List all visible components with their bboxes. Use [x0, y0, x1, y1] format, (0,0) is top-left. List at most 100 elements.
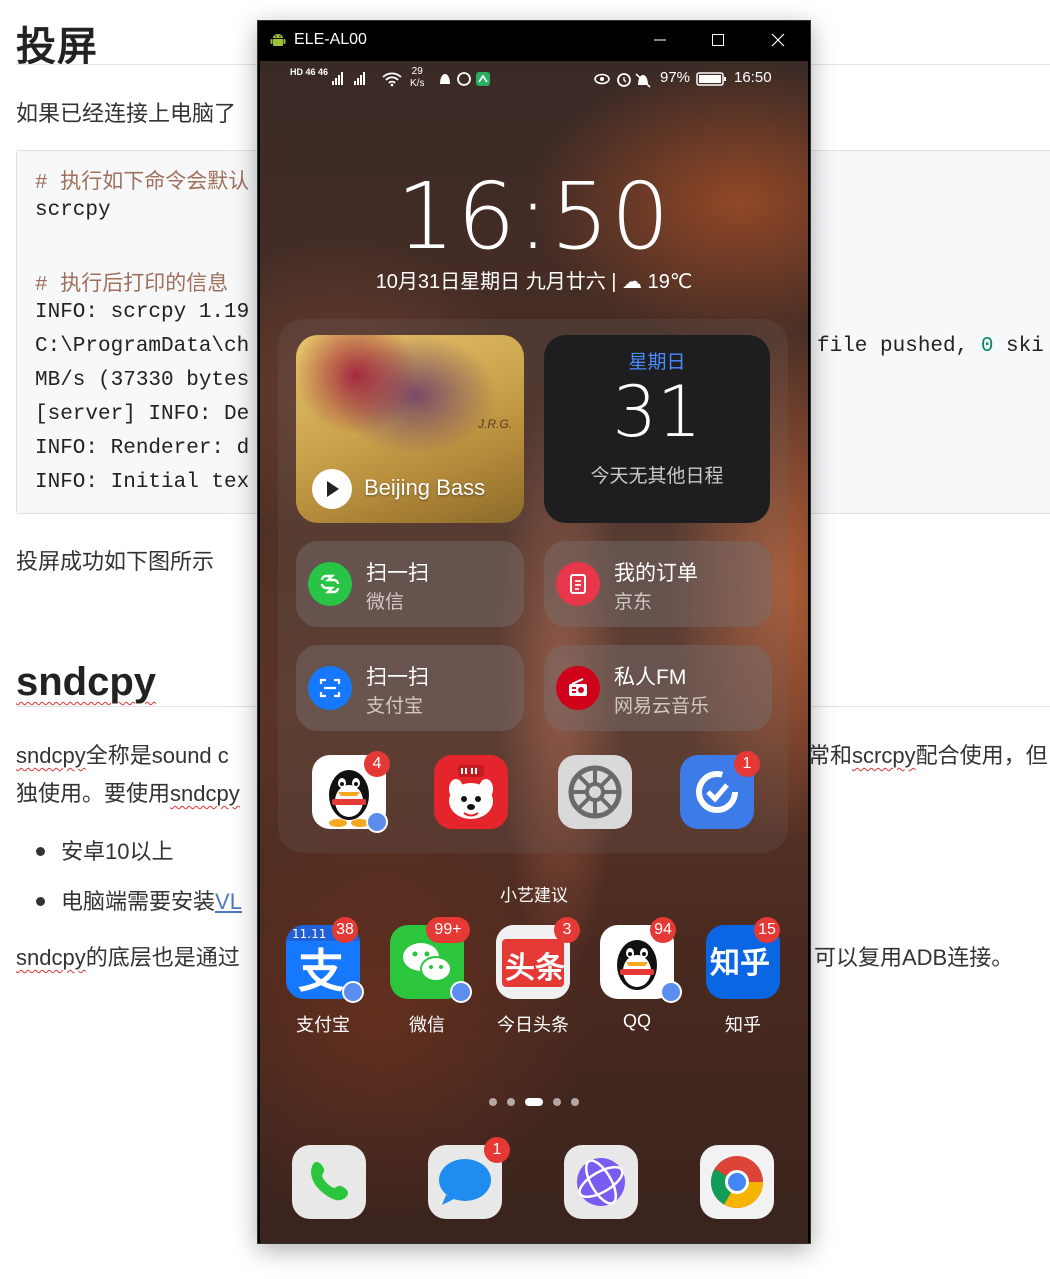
scrcpy-window[interactable]: ELE-AL00 HD 46 46 29 K/s 97% 16:50 16:50…	[258, 21, 810, 1243]
spell-text: sndcpy	[170, 781, 240, 806]
gear-icon	[568, 765, 622, 819]
doc-heading-2: sndcpy	[16, 660, 157, 704]
chrome-app-icon[interactable]	[700, 1145, 774, 1219]
shortcut-app: 微信	[366, 592, 405, 613]
alipay-scan-icon	[308, 666, 352, 710]
lock-clock: 16:50	[396, 163, 672, 270]
shortcut-netease-fm[interactable]: 私人FM 网易云音乐	[544, 645, 772, 731]
play-button[interactable]	[312, 469, 352, 509]
page-dot	[571, 1098, 579, 1106]
doc-paragraph: 如果已经连接上电脑了	[16, 101, 237, 126]
calendar-day: 31	[612, 371, 702, 453]
page-dot-active	[525, 1098, 543, 1106]
vlc-link[interactable]: VL	[215, 889, 242, 914]
shortcut-alipay-scan[interactable]: 扫一扫 支付宝	[296, 645, 524, 731]
window-titlebar[interactable]: ELE-AL00	[258, 21, 810, 61]
shortcut-app: 京东	[614, 592, 653, 613]
phone-screen[interactable]: HD 46 46 29 K/s 97% 16:50 16:50 10月31日星期日…	[260, 61, 808, 1243]
notification-badge: 1	[484, 1137, 510, 1163]
page-dot	[489, 1098, 497, 1106]
page-dot	[507, 1098, 515, 1106]
shortcut-jd-orders[interactable]: 我的订单 京东	[544, 541, 772, 627]
battery-icon	[696, 72, 726, 86]
bullet-dot	[36, 896, 45, 906]
page-indicator[interactable]	[260, 1093, 808, 1111]
verified-badge	[366, 811, 388, 833]
maximize-icon	[712, 34, 724, 46]
code-text: file pushed,	[817, 335, 981, 358]
bullet-dot	[36, 846, 45, 856]
settings-app-icon[interactable]	[558, 755, 632, 829]
list-item: 安卓10以上	[36, 834, 173, 866]
notification-badge: 1	[734, 751, 760, 777]
maximize-button[interactable]	[696, 21, 742, 61]
net-speed-value: 29	[411, 66, 423, 77]
calendar-empty-text: 今天无其他日程	[590, 466, 724, 487]
battery-percent: 97%	[660, 69, 691, 86]
app-label: 微信	[409, 1015, 445, 1035]
lock-date: 10月31日星期日 九月廿六 | ☁ 19℃	[375, 271, 693, 293]
signal-bars-icon	[332, 72, 365, 85]
list-item: 电脑端需要安装VL	[36, 884, 242, 916]
play-icon	[327, 481, 339, 497]
doc-text: 全称是sound c	[85, 743, 229, 768]
music-title: Beijing Bass	[364, 475, 486, 500]
shortcut-app: 网易云音乐	[614, 696, 710, 717]
code-line-tail: file pushed, 0 ski	[817, 335, 1044, 358]
status-time: 16:50	[734, 69, 772, 86]
doc-paragraph: 独使用。要使用sndcpy	[16, 776, 240, 808]
code-text: ski	[993, 335, 1044, 358]
calendar-weekday: 星期日	[628, 352, 686, 373]
notification-icons	[440, 72, 490, 86]
shortcut-title: 私人FM	[614, 666, 687, 689]
globe-icon	[577, 1158, 625, 1206]
svg-text:11.11: 11.11	[292, 927, 326, 941]
status-icons	[594, 73, 651, 88]
list-item-text: 安卓10以上	[61, 839, 174, 864]
code-line: scrcpy	[35, 199, 111, 222]
minimize-button[interactable]	[638, 21, 684, 61]
music-widget[interactable]: J.R.G. Beijing Bass	[296, 335, 524, 523]
close-icon	[771, 33, 785, 47]
doc-paragraph: sndcpy全称是sound c	[16, 738, 229, 770]
code-comment: # 执行后打印的信息	[35, 274, 229, 297]
verified-badge	[450, 981, 472, 1003]
wechat-scan-icon	[308, 562, 352, 606]
shortcut-app: 支付宝	[366, 696, 424, 717]
app-label: 支付宝	[296, 1015, 350, 1035]
code-line: C:\ProgramData\ch	[35, 335, 250, 358]
code-number: 0	[980, 335, 994, 358]
shortcut-title: 扫一扫	[366, 562, 429, 585]
jd-dog-icon	[449, 765, 493, 819]
code-line: INFO: Renderer: d	[35, 437, 250, 460]
notification-badge: 94	[650, 917, 676, 943]
code-line: [server] INFO: De	[35, 403, 250, 426]
phone-icon	[311, 1161, 349, 1201]
notification-badge: 15	[754, 917, 780, 943]
shortcut-title: 扫一扫	[366, 666, 429, 689]
verified-badge	[660, 981, 682, 1003]
shortcut-wechat-scan[interactable]: 扫一扫 微信	[296, 541, 524, 627]
notification-badge: 38	[332, 917, 358, 943]
shortcut-title: 我的订单	[614, 562, 698, 585]
notification-badge: 3	[554, 917, 580, 943]
jd-app-icon[interactable]	[434, 755, 508, 829]
page-dot	[553, 1098, 561, 1106]
browser-app-icon[interactable]	[564, 1145, 638, 1219]
phone-app-icon[interactable]	[292, 1145, 366, 1219]
doc-paragraph: 投屏成功如下图所示	[16, 549, 215, 574]
doc-paragraph: sndcpy的底层也是通过	[16, 940, 240, 972]
app-label: 今日头条	[497, 1015, 569, 1035]
spell-text: scrcpy	[852, 743, 916, 768]
close-button[interactable]	[756, 21, 802, 61]
svg-text:知乎: 知乎	[710, 946, 770, 981]
orders-icon	[556, 562, 600, 606]
svg-text:支: 支	[298, 944, 344, 998]
window-title: ELE-AL00	[294, 31, 367, 48]
calendar-widget[interactable]: 星期日 31 今天无其他日程	[544, 335, 770, 523]
minimize-icon	[654, 39, 666, 41]
doc-text: 独使用。要使用	[16, 781, 171, 806]
android-icon	[270, 34, 286, 46]
radio-icon	[556, 666, 600, 710]
signal-indicator: HD 46 46	[290, 67, 329, 77]
